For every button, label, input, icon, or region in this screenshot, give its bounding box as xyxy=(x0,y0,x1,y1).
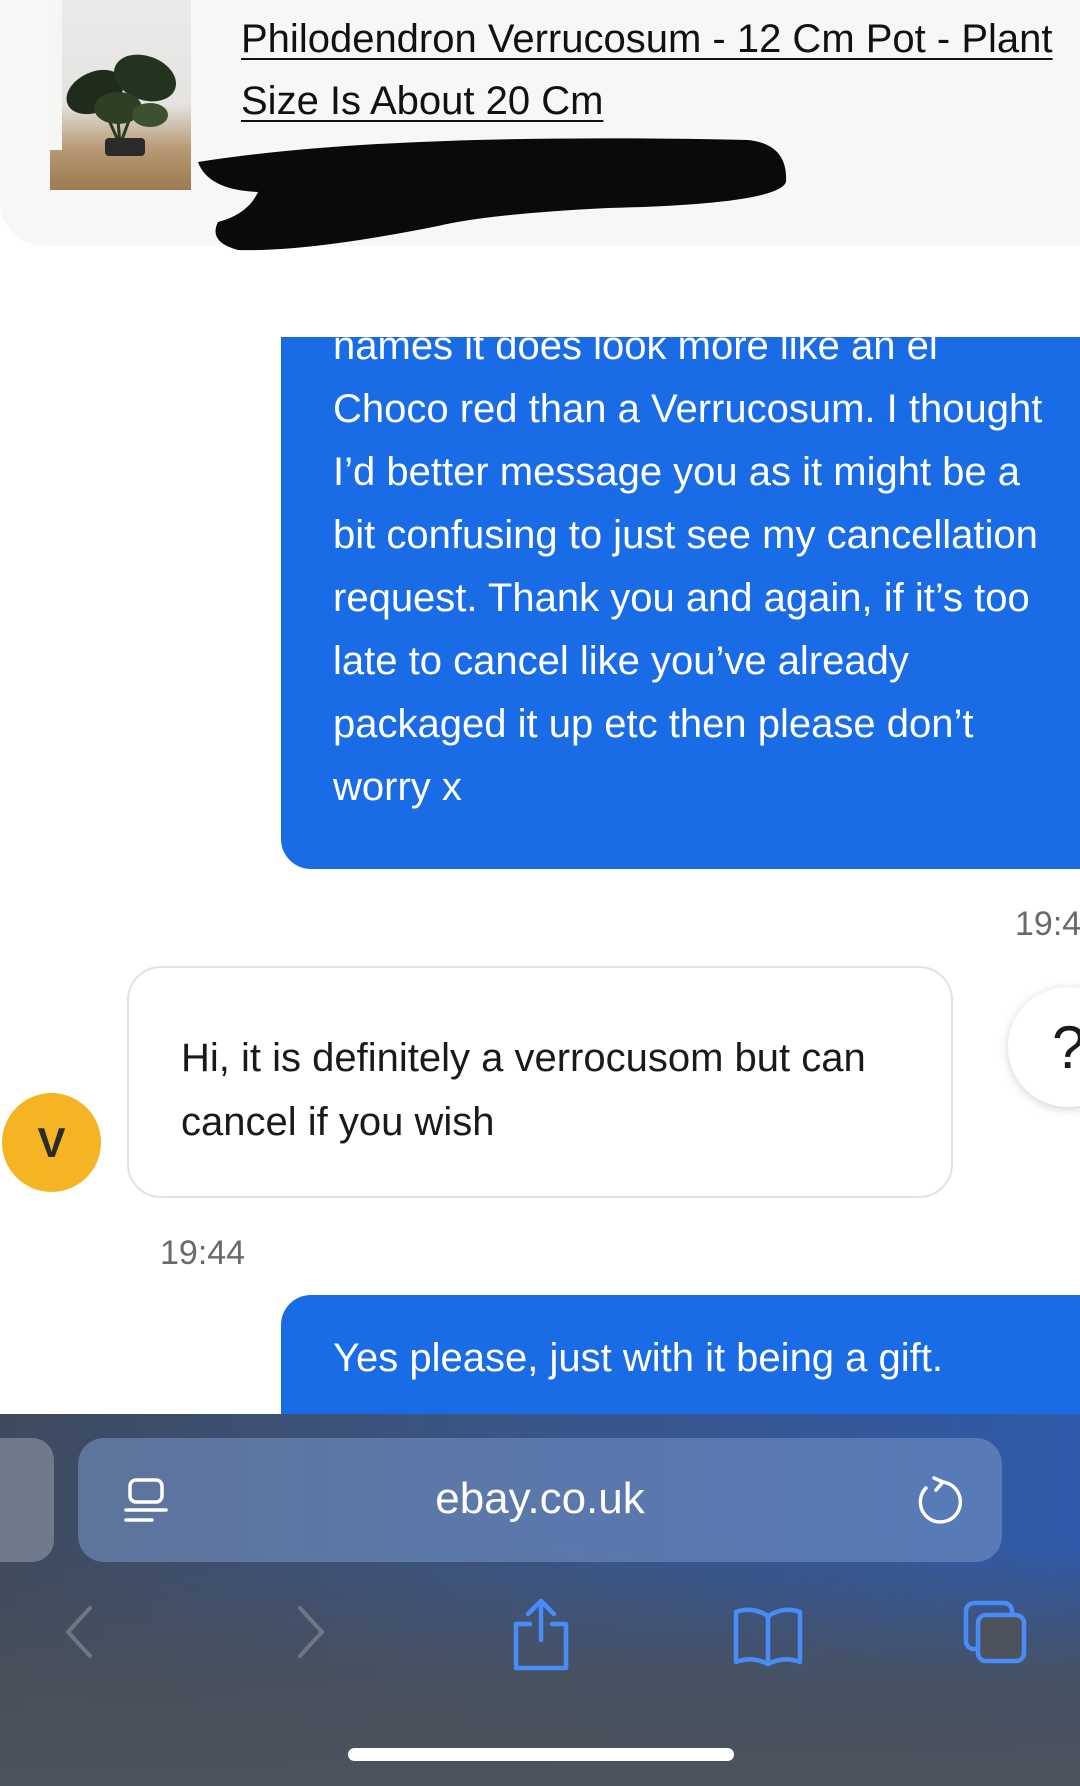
message-text: Yes please, just with it being a gift. xyxy=(333,1336,943,1380)
message-text: names it does look more like an el Choco… xyxy=(333,337,1043,809)
forward-arrow-icon[interactable] xyxy=(290,1602,330,1667)
address-bar[interactable]: ebay.co.uk xyxy=(78,1438,1002,1562)
avatar: V xyxy=(2,1093,101,1192)
outgoing-message: names it does look more like an el Choco… xyxy=(281,337,1080,869)
avatar-initial: V xyxy=(37,1118,66,1166)
order-subtitle: Ord xyxy=(243,150,294,183)
help-button[interactable]: ? xyxy=(1008,987,1080,1107)
share-icon[interactable] xyxy=(508,1594,574,1679)
url-text[interactable]: ebay.co.uk xyxy=(78,1474,1002,1524)
incoming-message: Hi, it is definitely a verrocusom but ca… xyxy=(127,966,953,1198)
browser-toolbar: ebay.co.uk xyxy=(0,1414,1080,1786)
home-indicator[interactable] xyxy=(348,1748,734,1761)
order-card[interactable]: Philodendron Verrucosum - 12 Cm Pot - Pl… xyxy=(0,0,1080,246)
message-timestamp: 19:44 xyxy=(160,1234,246,1272)
help-icon: ? xyxy=(1052,1013,1080,1082)
message-text: Hi, it is definitely a verrocusom but ca… xyxy=(181,1036,866,1144)
product-thumbnail[interactable] xyxy=(50,0,191,190)
order-item-title[interactable]: Philodendron Verrucosum - 12 Cm Pot - Pl… xyxy=(241,8,1061,132)
message-timestamp: 19:4 xyxy=(1015,905,1080,943)
back-arrow-icon[interactable] xyxy=(60,1602,100,1667)
reload-icon[interactable] xyxy=(912,1474,963,1533)
tabs-icon[interactable] xyxy=(962,1599,1028,1670)
bookmarks-icon[interactable] xyxy=(732,1604,804,1673)
previous-tab-edge[interactable] xyxy=(0,1438,54,1562)
